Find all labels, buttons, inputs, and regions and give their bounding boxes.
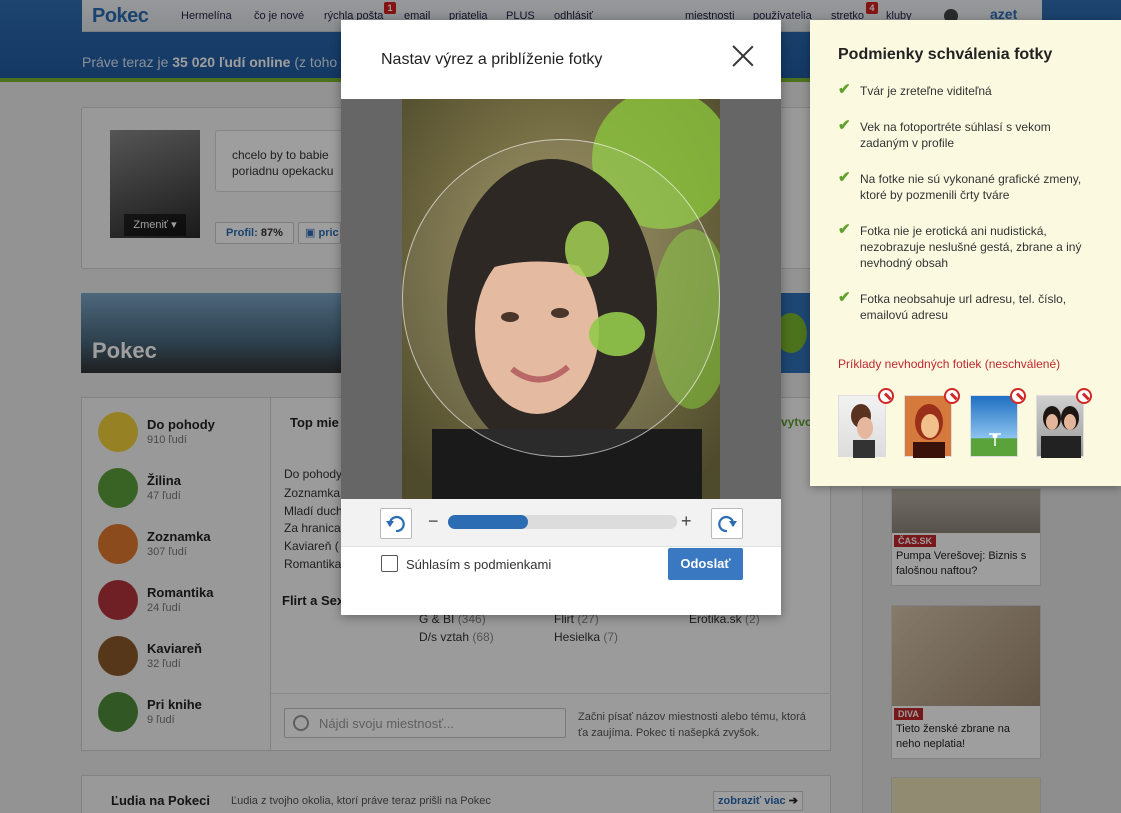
bad-example-thumb[interactable] <box>970 395 1018 457</box>
crop-circle[interactable] <box>402 139 720 457</box>
dialog-title: Nastav výrez a priblíženie fotky <box>381 51 603 68</box>
checkmark-icon: ✔ <box>838 169 851 186</box>
close-icon[interactable] <box>731 44 755 68</box>
forbidden-icon <box>1010 388 1026 404</box>
checkmark-icon: ✔ <box>838 221 851 238</box>
forbidden-icon <box>1076 388 1092 404</box>
rotate-left-button[interactable] <box>380 508 412 539</box>
forbidden-icon <box>878 388 894 404</box>
photo-conditions-panel: Podmienky schválenia fotky ✔ Tvár je zre… <box>810 20 1121 486</box>
bad-example-thumb[interactable] <box>838 395 886 458</box>
agree-checkbox[interactable] <box>381 555 398 572</box>
send-button[interactable]: Odoslať <box>668 548 743 580</box>
zoom-in-icon[interactable]: + <box>681 511 692 531</box>
bad-example-thumb[interactable] <box>904 395 952 458</box>
checkmark-icon: ✔ <box>838 289 851 306</box>
agree-label[interactable]: Súhlasím s podmienkami <box>406 557 551 572</box>
zoom-controls: − + <box>341 499 781 547</box>
photo-crop-dialog: Nastav výrez a priblíženie fotky − + Súh… <box>341 20 781 615</box>
bad-examples-link[interactable]: Príklady nevhodných fotiek (neschválené) <box>838 357 1060 371</box>
example-no-face <box>989 433 1001 446</box>
zoom-slider[interactable] <box>448 515 677 529</box>
checkmark-icon: ✔ <box>838 81 851 98</box>
crop-area[interactable] <box>341 99 781 499</box>
forbidden-icon <box>944 388 960 404</box>
rotate-left-icon <box>386 515 405 533</box>
example-two-people <box>1041 406 1081 458</box>
rotate-right-icon <box>718 515 737 533</box>
conditions-title: Podmienky schválenia fotky <box>838 46 1053 63</box>
zoom-out-icon[interactable]: − <box>428 511 439 531</box>
bad-example-thumb[interactable] <box>1036 395 1084 458</box>
example-edited-photo <box>913 404 945 458</box>
rotate-right-button[interactable] <box>711 508 743 539</box>
checkmark-icon: ✔ <box>838 117 851 134</box>
example-profile-side <box>851 404 875 458</box>
zoom-slider-fill[interactable] <box>448 515 529 529</box>
